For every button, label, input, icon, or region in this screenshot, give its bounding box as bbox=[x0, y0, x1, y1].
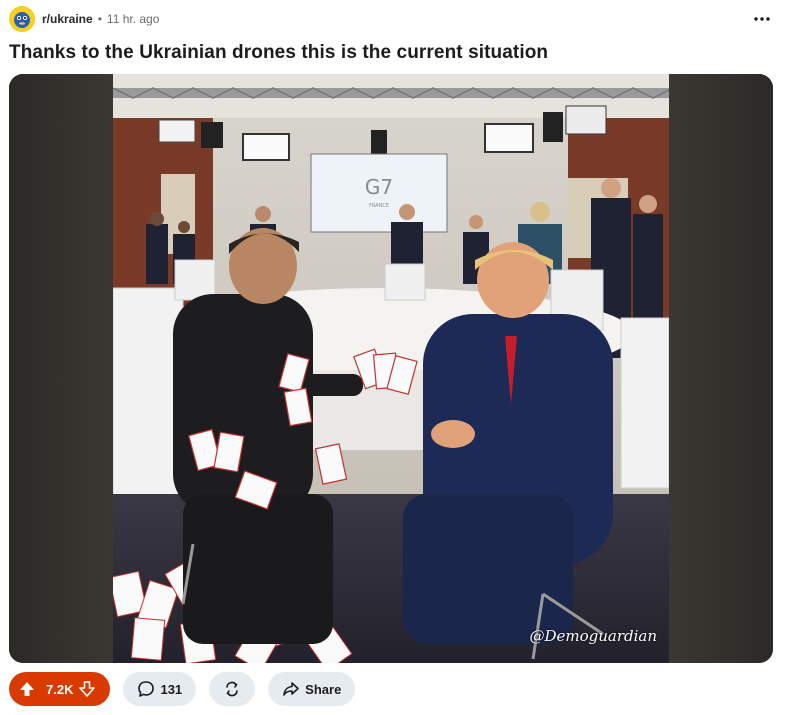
share-icon bbox=[282, 680, 300, 698]
image-watermark: @Demoguardian bbox=[529, 627, 657, 645]
screen-france-text: FRANCE bbox=[369, 203, 389, 209]
post-title[interactable]: Thanks to the Ukrainian drones this is t… bbox=[9, 42, 548, 64]
vote-count: 7.2K bbox=[46, 681, 74, 697]
vote-control: 7.2K bbox=[9, 672, 111, 706]
post-header: r/ukraine • 11 hr. ago bbox=[9, 6, 773, 32]
subreddit-name[interactable]: r/ukraine bbox=[42, 12, 93, 26]
subreddit-avatar-icon[interactable] bbox=[9, 6, 35, 32]
share-button[interactable]: Share bbox=[268, 672, 356, 706]
meeting-photo: G7 FRANCE bbox=[113, 74, 669, 663]
comment-count: 131 bbox=[160, 681, 183, 697]
screen-g7-text: G7 bbox=[365, 175, 393, 199]
post-image[interactable]: G7 FRANCE @Demoguardian bbox=[9, 74, 773, 663]
ellipsis-icon[interactable] bbox=[751, 8, 773, 30]
award-button[interactable] bbox=[209, 672, 256, 706]
post-action-bar: 7.2K 131 Share bbox=[9, 672, 356, 708]
comments-button[interactable]: 131 bbox=[123, 672, 197, 706]
image-blur-left bbox=[9, 74, 113, 663]
meta-separator: • bbox=[97, 12, 102, 26]
share-label: Share bbox=[305, 681, 342, 697]
post-timestamp: 11 hr. ago bbox=[106, 12, 160, 26]
award-icon bbox=[223, 680, 241, 698]
downvote-icon[interactable] bbox=[79, 681, 96, 697]
image-blur-right bbox=[669, 74, 773, 663]
comment-icon bbox=[137, 680, 155, 698]
upvote-icon[interactable] bbox=[19, 681, 35, 697]
